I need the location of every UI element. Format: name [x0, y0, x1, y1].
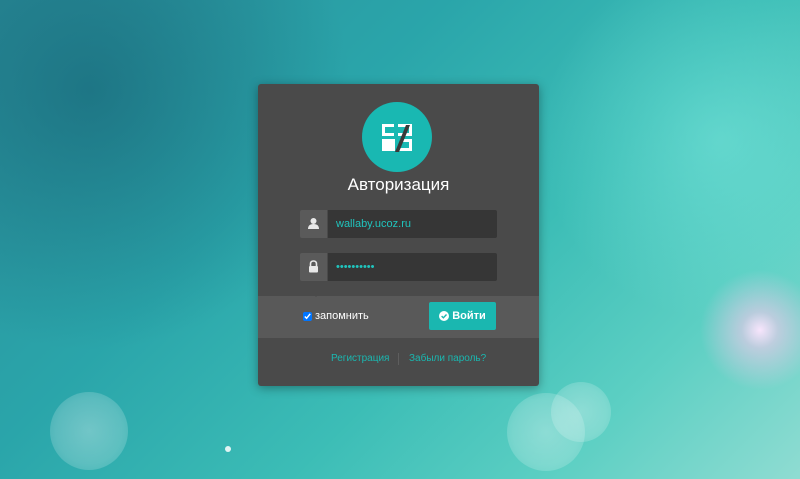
login-button-label: Войти — [452, 310, 486, 322]
ucoz-logo-icon — [362, 102, 432, 172]
bokeh-light — [551, 382, 611, 442]
login-button[interactable]: Войти — [429, 302, 496, 330]
remember-checkbox[interactable] — [303, 311, 312, 321]
user-icon — [300, 210, 327, 238]
remember-checkbox-label[interactable]: запомнить — [303, 310, 369, 322]
login-panel: Авторизация запомнить — [258, 84, 539, 386]
bokeh-light — [225, 446, 231, 452]
password-input[interactable] — [328, 253, 497, 281]
password-field — [300, 253, 497, 281]
check-circle-icon — [439, 311, 450, 321]
username-input[interactable] — [328, 210, 497, 238]
forgot-password-link[interactable]: Забыли пароль? — [409, 353, 486, 364]
page-title: Авторизация — [347, 175, 450, 194]
link-divider — [398, 353, 399, 365]
username-field — [300, 210, 497, 238]
footer-links: Регистрация Забыли пароль? — [258, 353, 539, 367]
remember-bar: запомнить Войти — [258, 296, 539, 338]
lock-icon — [300, 253, 327, 281]
remember-label: запомнить — [315, 310, 369, 322]
field-notch — [310, 291, 322, 297]
bokeh-light — [50, 392, 128, 470]
register-link[interactable]: Регистрация — [331, 353, 389, 364]
